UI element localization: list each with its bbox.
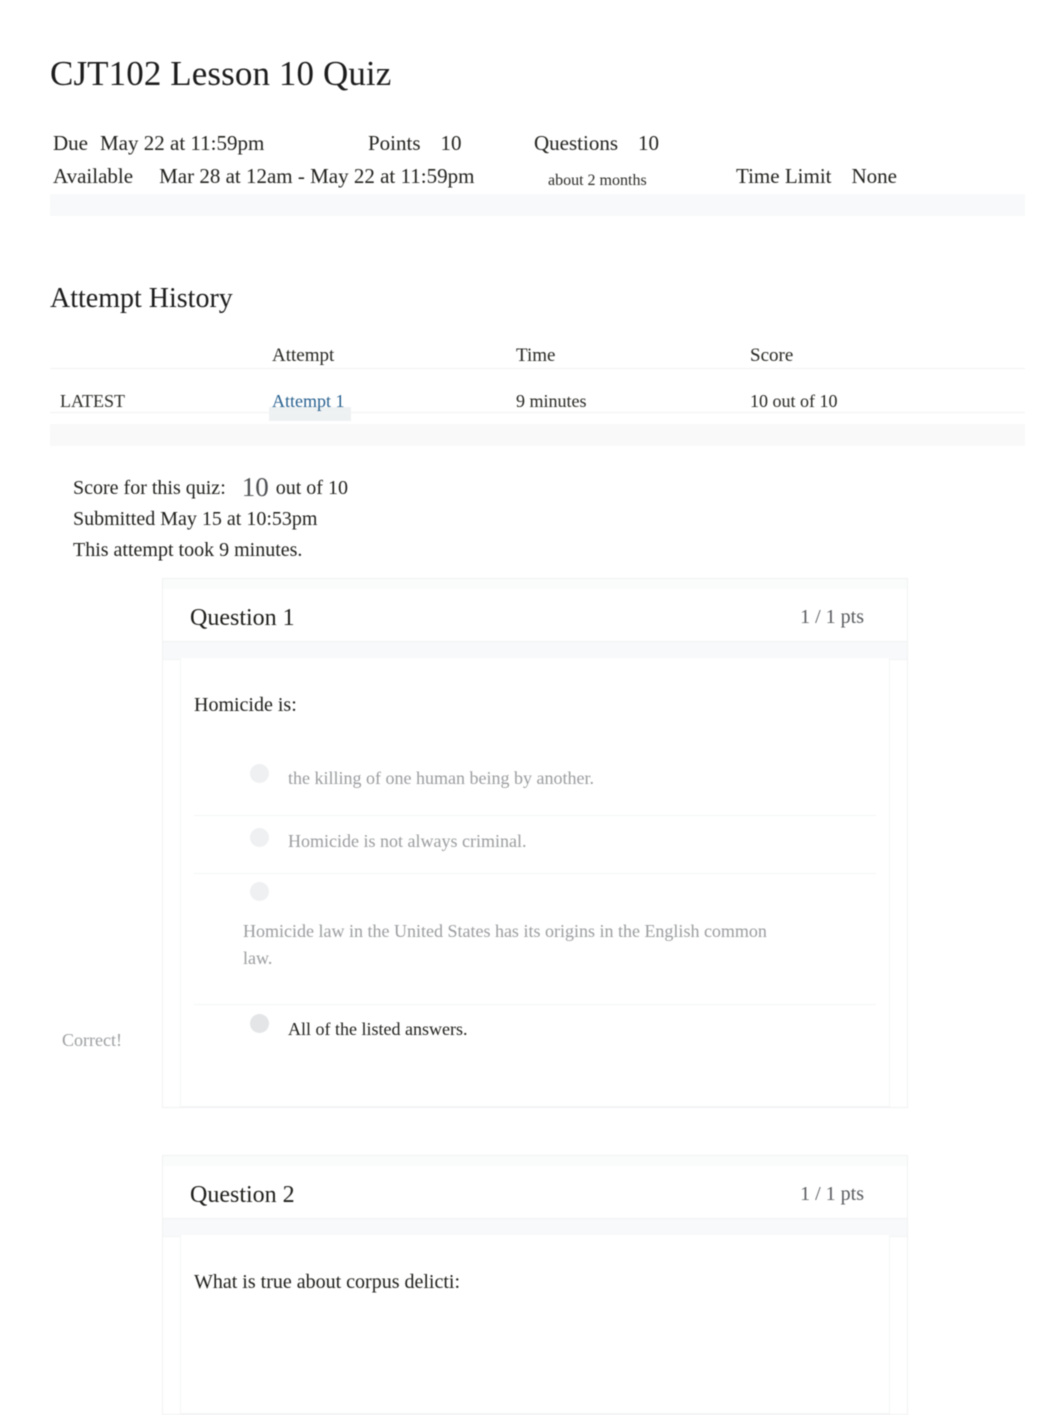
correct-indicator: Correct! [62, 1030, 122, 1050]
table-header-row: Attempt Time Score [50, 338, 1025, 376]
attempt-time: 9 minutes [516, 391, 587, 411]
radio-button-selected-icon[interactable] [250, 1014, 269, 1033]
page-title: CJT102 Lesson 10 Quiz [50, 54, 392, 93]
column-header-score: Score [750, 345, 794, 366]
score-out-of: out of 10 [275, 477, 348, 499]
radio-button-icon[interactable] [250, 882, 269, 901]
question-card-1: Question 1 1 / 1 pts Homicide is: the ki… [162, 578, 908, 1108]
answer-text: Homicide law in the United States has it… [243, 921, 767, 968]
question-header-band [163, 579, 907, 589]
answer-option[interactable]: the killing of one human being by anothe… [194, 754, 876, 816]
questions-value: 10 [638, 131, 659, 155]
question-1-points: 1 / 1 pts [800, 606, 864, 628]
question-2-title: Question 2 [190, 1182, 295, 1208]
due-value: May 22 at 11:59pm [100, 131, 265, 155]
points-label: Points [368, 131, 421, 155]
quiz-results-page: CJT102 Lesson 10 Quiz Due May 22 at 11:59… [0, 0, 1062, 1415]
time-limit-row: Time Limit None [736, 163, 897, 189]
answer-text: Homicide is not always criminal. [288, 831, 527, 851]
due-row: Due May 22 at 11:59pm [53, 130, 264, 156]
question-2-header: Question 2 1 / 1 pts [163, 1156, 907, 1218]
score-summary: Score for this quiz: 10 out of 10 Submitte… [73, 470, 348, 566]
column-header-time: Time [516, 345, 556, 366]
question-1-body: Homicide is: the killing of one human be… [180, 658, 890, 1107]
quiz-meta-band: Due May 22 at 11:59pm Points 10 Questions 1… [50, 124, 1025, 216]
question-1-prompt: Homicide is: [194, 694, 297, 716]
attempt-duration-line: This attempt took 9 minutes. [73, 539, 303, 561]
question-2-points: 1 / 1 pts [800, 1183, 864, 1205]
questions-row: Questions 10 [534, 130, 659, 156]
answer-option-selected[interactable]: All of the listed answers. [194, 1005, 876, 1067]
available-row: Available Mar 28 at 12am - May 22 at 11:5… [53, 163, 474, 189]
radio-button-icon[interactable] [250, 828, 269, 847]
submitted-line: Submitted May 15 at 10:53pm [73, 508, 318, 530]
answer-option[interactable]: Homicide law in the United States has it… [194, 874, 876, 1005]
answer-text: All of the listed answers. [288, 1019, 468, 1039]
attempt-history-heading: Attempt History [50, 283, 233, 314]
questions-label: Questions [534, 131, 618, 155]
attempt-kept-badge: LATEST [60, 391, 125, 411]
attempt-history-table: Attempt Time Score LATEST Attempt 1 9 mi… [50, 338, 1025, 421]
time-limit-label: Time Limit [736, 164, 832, 188]
points-row: Points 10 [368, 130, 462, 156]
question-1-header: Question 1 1 / 1 pts [163, 579, 907, 641]
meta-band-divider [50, 194, 1025, 216]
score-value: 10 [241, 472, 269, 502]
attempt-1-link[interactable]: Attempt 1 [269, 389, 350, 421]
score-line: Score for this quiz: 10 out of 10 [73, 470, 348, 504]
table-rule-top [50, 368, 1025, 369]
time-limit-value: None [851, 164, 898, 188]
table-rule-bottom [50, 412, 1025, 413]
table-footer-band [50, 424, 1025, 446]
due-label: Due [53, 131, 88, 155]
score-label: Score for this quiz: [73, 477, 226, 499]
points-value: 10 [440, 131, 462, 155]
question-2-body: What is true about corpus delicti: [180, 1235, 890, 1414]
question-card-2: Question 2 1 / 1 pts What is true about … [162, 1155, 908, 1415]
column-header-attempt: Attempt [272, 345, 335, 366]
question-header-band [163, 1156, 907, 1166]
available-label: Available [53, 164, 134, 188]
answer-option[interactable]: Homicide is not always criminal. [194, 816, 876, 874]
radio-button-icon[interactable] [250, 764, 269, 783]
attempt-score: 10 out of 10 [750, 391, 838, 411]
question-2-prompt: What is true about corpus delicti: [194, 1271, 461, 1293]
question-1-answers: the killing of one human being by anothe… [194, 754, 876, 1067]
available-duration: about 2 months [548, 172, 647, 189]
available-value: Mar 28 at 12am - May 22 at 11:59pm [159, 164, 475, 188]
answer-text: the killing of one human being by anothe… [288, 768, 594, 788]
attempt-link-cell: Attempt 1 [269, 389, 350, 421]
question-1-title: Question 1 [190, 605, 295, 631]
